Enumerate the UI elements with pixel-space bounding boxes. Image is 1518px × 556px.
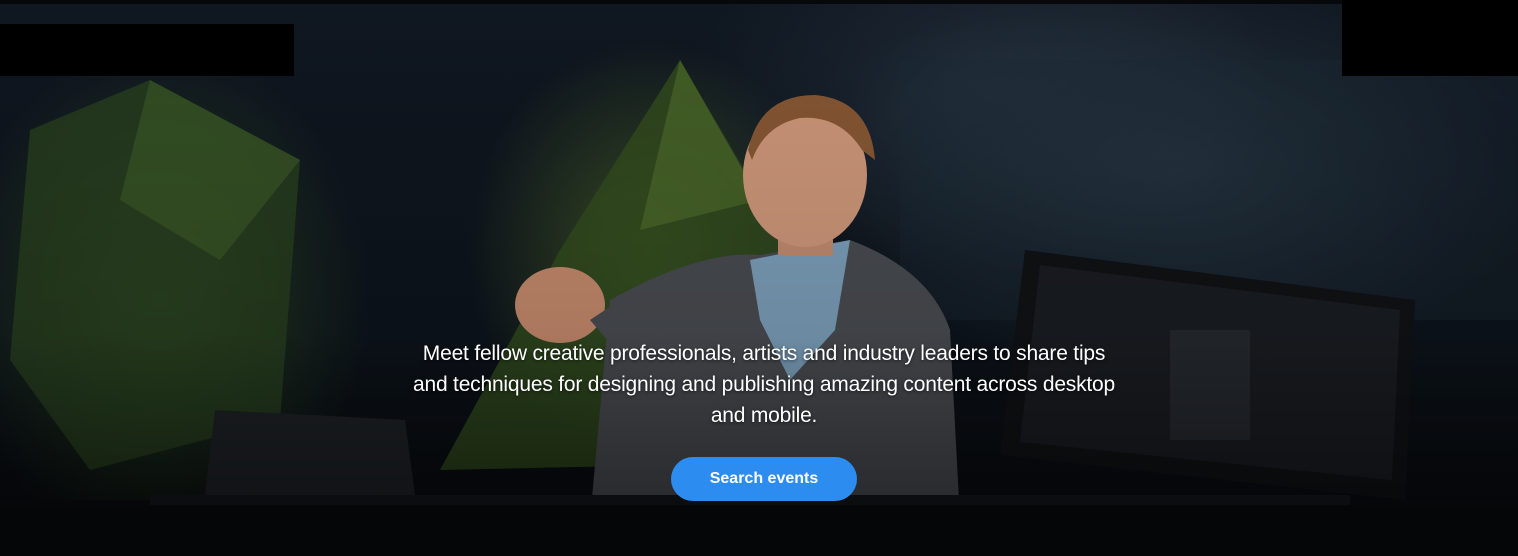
redaction-block-left <box>0 24 294 76</box>
top-edge-bar <box>0 0 1518 4</box>
hero-banner: Meet fellow creative professionals, arti… <box>0 0 1518 556</box>
hero-content: Meet fellow creative professionals, arti… <box>409 338 1119 501</box>
search-events-button[interactable]: Search events <box>671 457 857 501</box>
redaction-block-right <box>1342 0 1518 76</box>
hero-description: Meet fellow creative professionals, arti… <box>412 342 1115 427</box>
